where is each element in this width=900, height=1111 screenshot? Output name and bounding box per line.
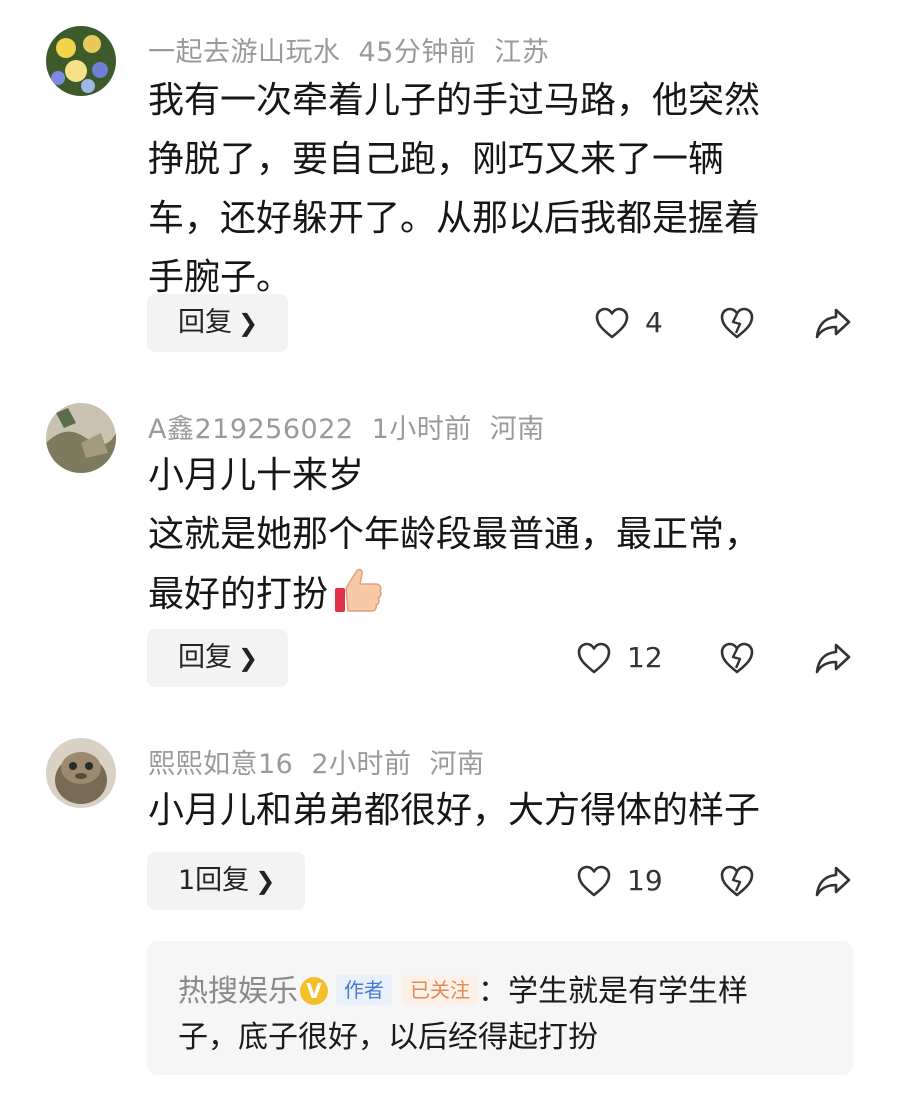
broken-heart-icon[interactable] <box>719 306 755 340</box>
reply-button[interactable]: 回复 ❯ <box>147 629 289 687</box>
comment-meta: 一起去游山玩水 45分钟前 江苏 <box>148 30 567 69</box>
chevron-right-icon: ❯ <box>255 867 276 895</box>
share-arrow-icon[interactable] <box>814 306 852 340</box>
chevron-right-icon: ❯ <box>238 309 259 337</box>
heart-outline-icon[interactable] <box>594 306 630 340</box>
like-count: 19 <box>627 864 663 897</box>
share-arrow-icon[interactable] <box>814 641 852 675</box>
verified-badge-icon: V <box>300 977 328 1005</box>
comment-line: 小月儿十来岁 <box>148 455 365 496</box>
comment-text: 我有一次牵着儿子的手过马路，他突然 挣脱了，要自己跑，刚巧又来了一辆 车，还好躲… <box>148 71 838 307</box>
like-count: 12 <box>627 641 663 674</box>
broken-heart-icon[interactable] <box>719 641 755 675</box>
timestamp: 1小时前 <box>371 414 472 445</box>
username[interactable]: 熙熙如意16 <box>148 749 293 780</box>
comment-line: 挣脱了，要自己跑，刚巧又来了一辆 <box>148 139 725 180</box>
username[interactable]: A鑫219256022 <box>148 414 354 445</box>
avatar[interactable] <box>46 26 116 96</box>
comment-1: 一起去游山玩水 45分钟前 江苏 我有一次牵着儿子的手过马路，他突然 挣脱了，要自己… <box>0 0 900 380</box>
followed-tag: 已关注 <box>402 975 478 1005</box>
comment-meta: 熙熙如意16 2小时前 河南 <box>148 742 503 781</box>
heart-outline-icon[interactable] <box>576 864 612 898</box>
comment-text: 小月儿十来岁 这就是她那个年龄段最普通，最正常， 最好的打扮 <box>148 446 838 624</box>
comment-meta: A鑫219256022 1小时前 河南 <box>148 407 563 446</box>
comment-line-text: 最好的打扮 <box>148 574 329 615</box>
comment-line: 车，还好躲开了。从那以后我都是握着 <box>148 198 761 239</box>
author-reply-line-1: 热搜娱乐 V 作者 已关注 ：学生就是有学生样 <box>178 966 748 1010</box>
chevron-right-icon: ❯ <box>238 644 259 672</box>
comment-line: 小月儿和弟弟都很好，大方得体的样子 <box>148 790 761 831</box>
reply-label: 1回复 <box>178 865 250 896</box>
broken-heart-icon[interactable] <box>719 864 755 898</box>
location: 河南 <box>489 414 545 445</box>
location: 江苏 <box>494 37 550 68</box>
like-count: 4 <box>645 306 663 339</box>
comment-text: 小月儿和弟弟都很好，大方得体的样子 <box>148 781 838 840</box>
thumbs-up-emoji <box>335 568 382 612</box>
reply-button[interactable]: 回复 ❯ <box>147 294 289 352</box>
timestamp: 45分钟前 <box>358 37 477 68</box>
reply-button[interactable]: 1回复 ❯ <box>147 852 306 910</box>
timestamp: 2小时前 <box>311 749 412 780</box>
comment-line: 我有一次牵着儿子的手过马路，他突然 <box>148 80 761 121</box>
avatar[interactable] <box>46 403 116 473</box>
author-reply-preview[interactable]: 热搜娱乐 V 作者 已关注 ：学生就是有学生样 子，底子很好，以后经得起打扮 <box>147 941 853 1075</box>
reply-label: 回复 <box>178 307 232 338</box>
location: 河南 <box>429 749 485 780</box>
comment-line: 最好的打扮 <box>148 564 838 624</box>
username[interactable]: 一起去游山玩水 <box>148 37 341 68</box>
heart-outline-icon[interactable] <box>576 641 612 675</box>
author-name[interactable]: 热搜娱乐 <box>178 974 298 1009</box>
avatar[interactable] <box>46 738 116 808</box>
reply-label: 回复 <box>178 642 232 673</box>
share-arrow-icon[interactable] <box>814 864 852 898</box>
author-reply-line-2: 子，底子很好，以后经得起打扮 <box>178 1020 598 1055</box>
author-tag: 作者 <box>336 975 392 1005</box>
comment-line: 这就是她那个年龄段最普通，最正常， <box>148 514 761 555</box>
author-reply-text: ：学生就是有学生样 <box>478 974 748 1009</box>
